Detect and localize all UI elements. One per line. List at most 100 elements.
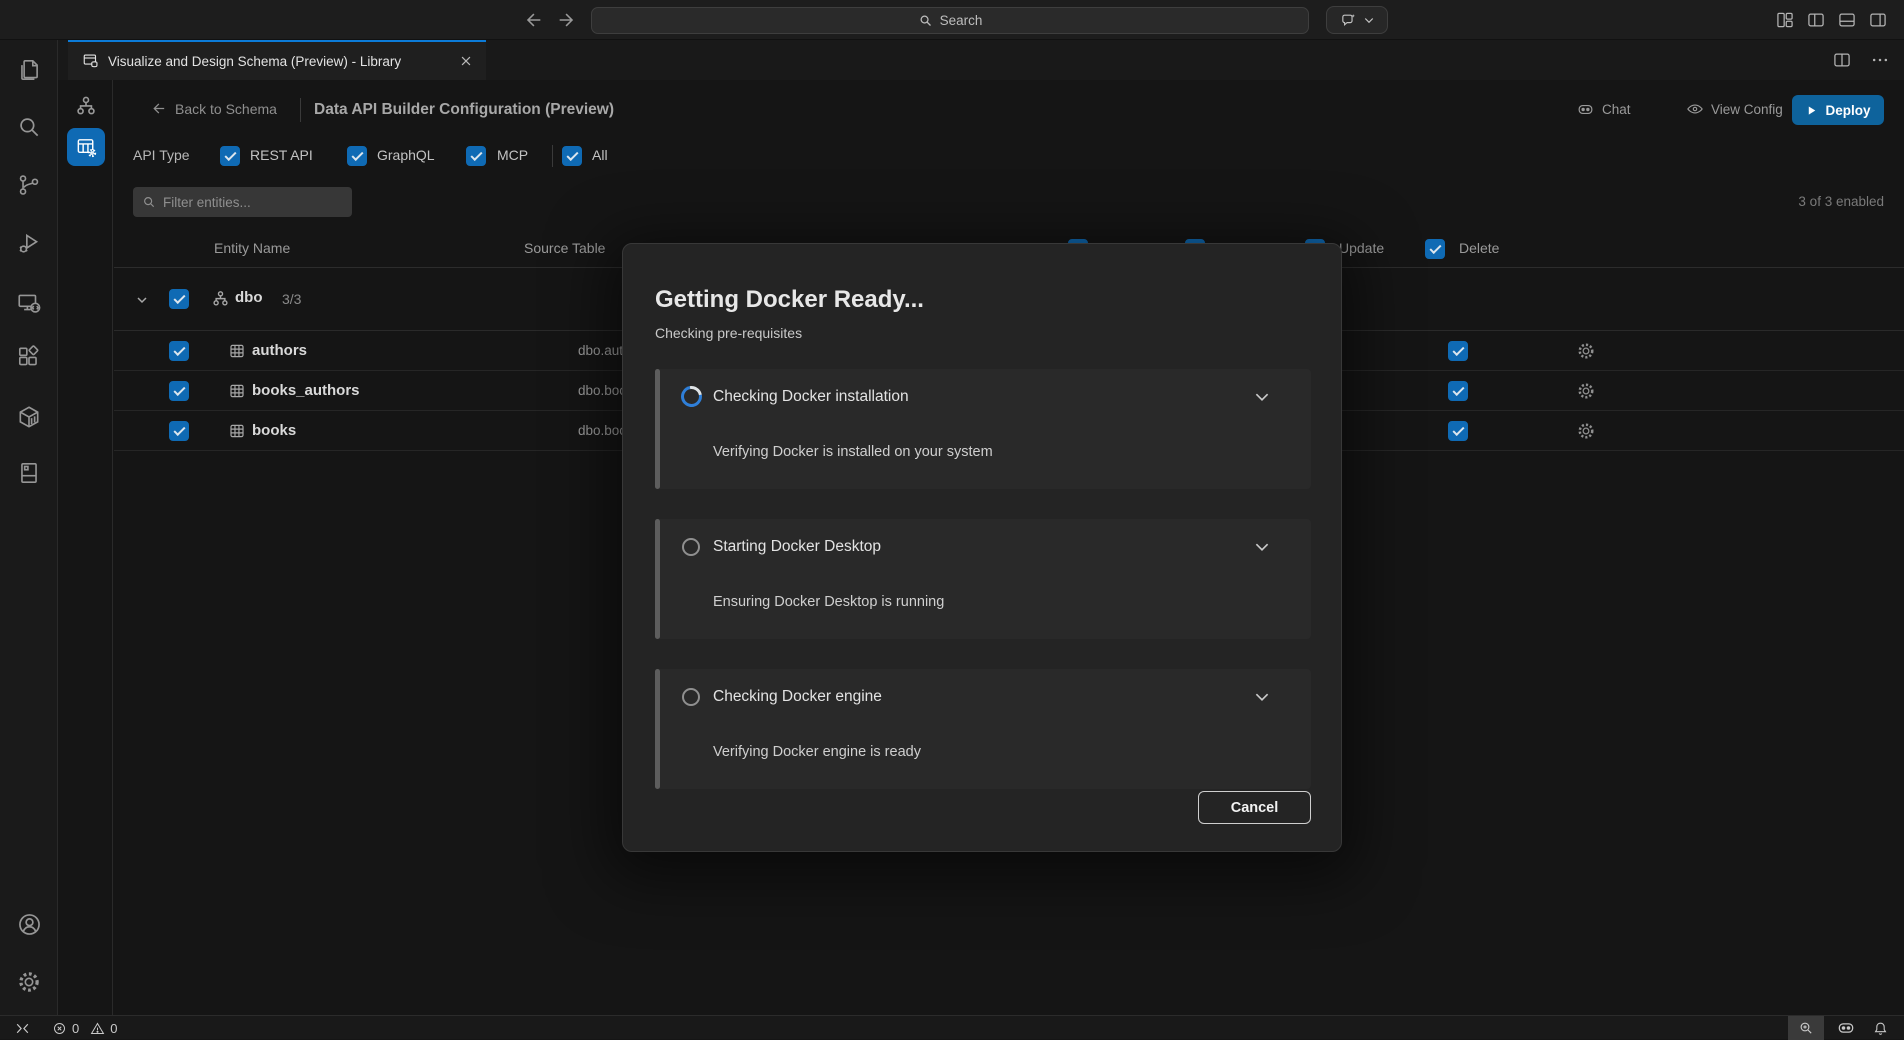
row-checkbox[interactable]	[169, 341, 189, 361]
search-icon	[918, 13, 933, 28]
back-arrow-icon	[150, 100, 167, 117]
back-to-schema-button[interactable]: Back to Schema	[150, 100, 277, 117]
delete-all-checkbox[interactable]	[1425, 239, 1445, 259]
graphql-checkbox[interactable]	[347, 146, 367, 166]
tab-visualize-design-schema[interactable]: Visualize and Design Schema (Preview) - …	[68, 40, 486, 80]
chevron-down-icon[interactable]	[1253, 538, 1271, 556]
rest-api-checkbox[interactable]	[220, 146, 240, 166]
copilot-icon	[1576, 100, 1595, 119]
table-icon	[228, 382, 246, 400]
search-icon[interactable]	[15, 113, 43, 141]
step-description: Ensuring Docker Desktop is running	[713, 594, 944, 610]
step-checking-docker-installation[interactable]: Checking Docker installation Verifying D…	[655, 369, 1311, 489]
designer-toolbar	[58, 80, 113, 1015]
zoom-indicator[interactable]	[1788, 1016, 1824, 1040]
copilot-menu-button[interactable]	[1326, 6, 1388, 34]
status-bar: 0 0	[0, 1015, 1904, 1039]
delete-checkbox[interactable]	[1448, 341, 1468, 361]
back-arrow-icon[interactable]	[522, 9, 544, 31]
split-editor-icon[interactable]	[1832, 50, 1852, 70]
filter-entities-input[interactable]	[133, 187, 352, 217]
source-control-icon[interactable]	[15, 171, 43, 199]
back-to-schema-label: Back to Schema	[175, 101, 277, 117]
toggle-secondary-sidebar-icon[interactable]	[1867, 9, 1888, 30]
group-count: 3/3	[282, 291, 301, 307]
dialog-subtitle: Checking pre-requisites	[655, 325, 802, 341]
pending-circle-icon	[682, 538, 700, 556]
zoom-in-icon	[1798, 1020, 1814, 1036]
table-icon	[228, 342, 246, 360]
entity-name: books	[252, 422, 296, 439]
step-checking-docker-engine[interactable]: Checking Docker engine Verifying Docker …	[655, 669, 1311, 789]
page-title: Data API Builder Configuration (Preview)	[314, 101, 614, 119]
dbo-checkbox[interactable]	[169, 289, 189, 309]
chat-label: Chat	[1602, 102, 1631, 117]
error-icon	[52, 1021, 67, 1036]
delete-checkbox[interactable]	[1448, 421, 1468, 441]
table-config-view-button[interactable]	[67, 128, 105, 166]
chevron-down-icon[interactable]	[1253, 688, 1271, 706]
deploy-button[interactable]: Deploy	[1792, 95, 1884, 125]
chevron-down-icon	[1363, 14, 1375, 26]
mcp-checkbox[interactable]	[466, 146, 486, 166]
api-type-bar: API Type REST API GraphQL MCP All	[114, 140, 1904, 172]
deploy-label: Deploy	[1825, 103, 1870, 118]
warning-count: 0	[110, 1021, 117, 1036]
schema-view-icon[interactable]	[73, 94, 99, 120]
problems-indicator[interactable]: 0 0	[52, 1016, 117, 1040]
forward-arrow-icon[interactable]	[556, 9, 578, 31]
all-label: All	[592, 147, 608, 163]
close-icon[interactable]	[457, 53, 474, 70]
cancel-button[interactable]: Cancel	[1198, 791, 1311, 824]
delete-checkbox[interactable]	[1448, 381, 1468, 401]
entity-name: books_authors	[252, 382, 360, 399]
chevron-down-icon[interactable]	[1253, 388, 1271, 406]
warning-icon	[90, 1021, 105, 1036]
gear-icon[interactable]	[1576, 421, 1596, 441]
explorer-icon[interactable]	[15, 56, 43, 84]
gear-icon[interactable]	[1576, 341, 1596, 361]
copilot-icon	[1836, 1018, 1856, 1038]
container-package-icon[interactable]	[15, 403, 43, 431]
command-center-search[interactable]: Search	[591, 7, 1309, 34]
account-icon[interactable]	[15, 910, 43, 938]
gear-icon[interactable]	[1576, 381, 1596, 401]
step-description: Verifying Docker is installed on your sy…	[713, 444, 993, 460]
search-label: Search	[940, 13, 983, 28]
run-debug-icon[interactable]	[15, 229, 43, 257]
customize-layout-icon[interactable]	[1774, 9, 1795, 30]
remote-indicator[interactable]	[14, 1016, 31, 1040]
error-count: 0	[72, 1021, 79, 1036]
more-actions-icon[interactable]	[1870, 50, 1890, 70]
rest-api-label: REST API	[250, 147, 313, 163]
copilot-status[interactable]	[1836, 1016, 1856, 1040]
toggle-panel-icon[interactable]	[1836, 9, 1857, 30]
chevron-down-icon[interactable]	[134, 292, 150, 308]
view-config-button[interactable]: View Config	[1686, 100, 1783, 118]
tab-title: Visualize and Design Schema (Preview) - …	[108, 54, 401, 69]
row-checkbox[interactable]	[169, 381, 189, 401]
col-entity-name: Entity Name	[214, 240, 290, 256]
remote-explorer-icon[interactable]	[15, 289, 43, 317]
header-divider	[300, 98, 301, 122]
getting-docker-ready-dialog: Getting Docker Ready... Checking pre-req…	[622, 243, 1342, 852]
schema-icon	[210, 289, 231, 310]
table-icon	[228, 422, 246, 440]
chat-button[interactable]: Chat	[1576, 100, 1631, 119]
all-checkbox[interactable]	[562, 146, 582, 166]
notifications-bell[interactable]	[1872, 1016, 1889, 1040]
step-label: Checking Docker installation	[713, 388, 909, 406]
entity-name: authors	[252, 342, 307, 359]
copilot-chat-icon	[1340, 12, 1357, 29]
row-checkbox[interactable]	[169, 421, 189, 441]
schema-designer-tab-icon	[82, 52, 100, 70]
col-delete: Delete	[1459, 240, 1499, 256]
col-source-table: Source Table	[524, 240, 605, 256]
step-starting-docker-desktop[interactable]: Starting Docker Desktop Ensuring Docker …	[655, 519, 1311, 639]
split-editor-left-icon[interactable]	[1805, 9, 1826, 30]
database-server-icon[interactable]	[15, 459, 43, 487]
extensions-icon[interactable]	[15, 344, 43, 372]
editor-tab-bar: Visualize and Design Schema (Preview) - …	[58, 40, 1904, 80]
group-name: dbo	[235, 289, 263, 306]
settings-gear-icon[interactable]	[15, 968, 43, 996]
